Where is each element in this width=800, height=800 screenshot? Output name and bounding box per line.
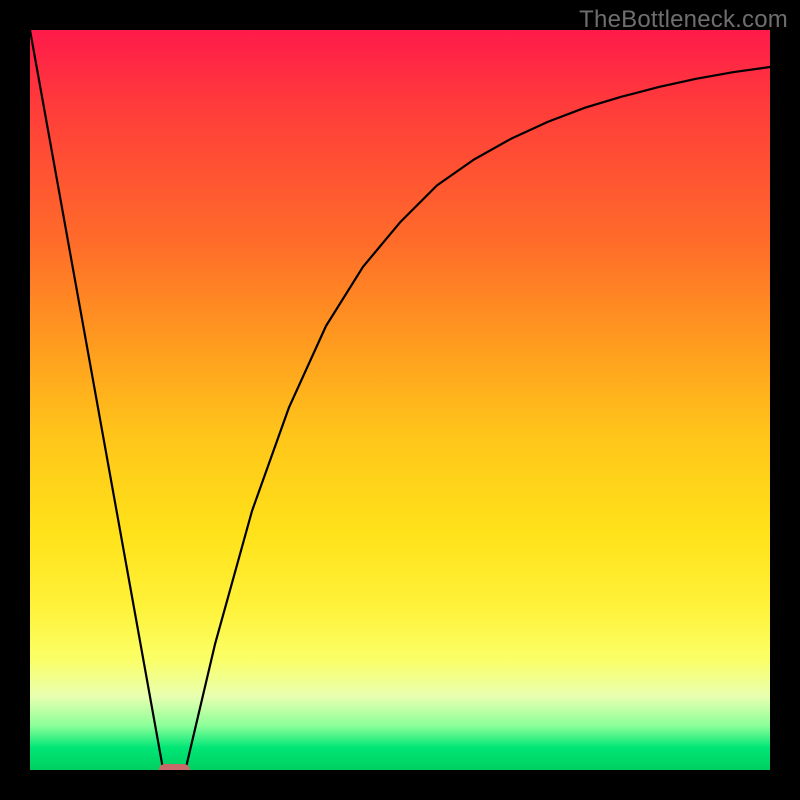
chart-svg [30,30,770,770]
series-right-curve [185,67,770,770]
marker-red-pill [159,764,190,770]
watermark-label: TheBottleneck.com [579,6,788,34]
plot-area [30,30,770,770]
series-left-slope [30,30,163,770]
chart-container: TheBottleneck.com [0,0,800,800]
